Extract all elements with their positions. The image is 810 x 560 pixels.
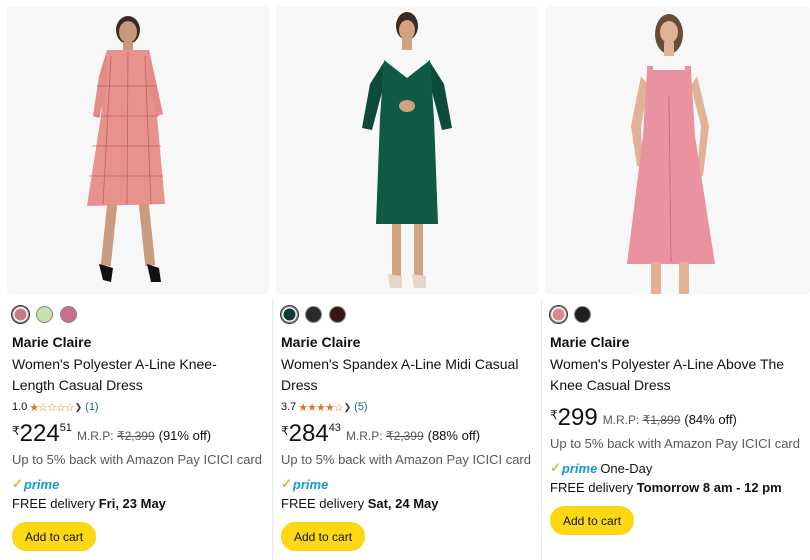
mrp-label: M.R.P:: [345, 429, 383, 443]
mrp: M.R.P: ₹2,399: [77, 429, 155, 443]
brand-name: Marie Claire: [550, 334, 630, 350]
rating-count-link[interactable]: (5): [354, 401, 367, 413]
mrp-value: ₹2,399: [116, 429, 155, 443]
product-title-line[interactable]: Length Casual Dress: [12, 375, 265, 396]
price-whole: 224: [19, 420, 60, 447]
price-row: ₹ 284 43 M.R.P: ₹2,399 (88% off): [281, 420, 534, 450]
prime-badge: ✓ prime: [281, 476, 534, 492]
cashback-offer: Up to 5% back with Amazon Pay ICICI card: [12, 452, 262, 467]
price-row: ₹ 299 M.R.P: ₹1,899 (84% off): [550, 404, 806, 434]
add-to-cart-button[interactable]: Add to cart: [12, 522, 97, 551]
delivery-info: FREE delivery Fri, 23 May: [12, 495, 265, 513]
add-to-cart-button[interactable]: Add to cart: [550, 506, 635, 535]
color-swatch[interactable]: [329, 306, 346, 323]
price-currency: ₹: [12, 424, 20, 438]
color-swatch[interactable]: [280, 305, 299, 324]
prime-text: prime: [561, 460, 598, 476]
delivery-info: FREE delivery Tomorrow 8 am - 12 pm: [550, 479, 806, 497]
product-title[interactable]: Women's Polyester A-Line Above The Knee …: [550, 354, 806, 396]
mrp-label: M.R.P:: [602, 413, 640, 427]
delivery-date: Sat, 24 May: [367, 496, 439, 511]
delivery-date: Fri, 23 May: [98, 496, 166, 511]
add-to-cart-button[interactable]: Add to cart: [281, 522, 366, 551]
cashback-offer: Up to 5% back with Amazon Pay ICICI card: [281, 452, 531, 467]
star-icon[interactable]: ★☆☆☆☆: [29, 401, 74, 414]
product-title[interactable]: Women's Spandex A-Line Midi Casual Dress: [281, 354, 534, 396]
mrp-value: ₹2,399: [385, 429, 424, 443]
delivery-prefix: FREE delivery: [12, 496, 96, 511]
price-currency: ₹: [550, 408, 558, 422]
product-title-line[interactable]: Knee Casual Dress: [550, 375, 806, 396]
color-swatches: [11, 305, 77, 324]
delivery-date: Tomorrow 8 am - 12 pm: [636, 480, 782, 495]
product-title-line[interactable]: Dress: [281, 375, 534, 396]
rating-count-link[interactable]: (1): [85, 401, 98, 413]
prime-text: prime: [23, 476, 60, 492]
color-swatch[interactable]: [36, 306, 53, 323]
color-swatches: [549, 305, 591, 324]
discount: (88% off): [427, 428, 481, 443]
delivery-prefix: FREE delivery: [281, 496, 365, 511]
color-swatch[interactable]: [305, 306, 322, 323]
delivery-prefix: FREE delivery: [550, 480, 634, 495]
brand-name: Marie Claire: [12, 334, 92, 350]
mrp: M.R.P: ₹2,399: [346, 429, 424, 443]
prime-check-icon: ✓: [550, 460, 561, 475]
brand-name: Marie Claire: [281, 334, 361, 350]
product-image[interactable]: [7, 6, 269, 294]
price-row: ₹ 224 51 M.R.P: ₹2,399 (91% off): [12, 420, 265, 450]
star-icon[interactable]: ★★★★☆: [298, 401, 343, 414]
chevron-down-icon[interactable]: ❯: [75, 402, 83, 413]
color-swatch[interactable]: [60, 306, 77, 323]
rating-row[interactable]: 1.0 ★☆☆☆☆ ❯ (1): [12, 398, 265, 416]
discount: (84% off): [684, 412, 737, 427]
prime-check-icon: ✓: [12, 476, 23, 491]
product-image[interactable]: [545, 6, 810, 294]
color-swatch[interactable]: [574, 306, 591, 323]
chevron-down-icon[interactable]: ❯: [344, 402, 352, 413]
product-card: Marie Claire Women's Spandex A-Line Midi…: [276, 0, 538, 560]
price-whole: 284: [288, 420, 329, 447]
prime-logo: ✓ prime: [550, 460, 597, 476]
product-title[interactable]: Women's Polyester A-Line Knee- Length Ca…: [12, 354, 265, 396]
color-swatch[interactable]: [11, 305, 30, 324]
prime-check-icon: ✓: [281, 476, 292, 491]
prime-speed: One-Day: [600, 460, 653, 476]
mrp: M.R.P: ₹1,899: [603, 413, 681, 427]
rating-value: 1.0: [12, 401, 28, 413]
prime-badge: ✓ prime One-Day: [550, 460, 806, 476]
product-card: Marie Claire Women's Polyester A-Line Kn…: [7, 0, 269, 560]
product-image[interactable]: [276, 6, 538, 294]
product-card: Marie Claire Women's Polyester A-Line Ab…: [545, 0, 810, 560]
prime-logo: ✓ prime: [281, 476, 328, 492]
card-divider: [541, 300, 542, 560]
delivery-info: FREE delivery Sat, 24 May: [281, 495, 534, 513]
price-fraction: 43: [328, 422, 341, 434]
mrp-label: M.R.P:: [76, 429, 114, 443]
cashback-offer: Up to 5% back with Amazon Pay ICICI card: [550, 436, 800, 451]
color-swatch[interactable]: [549, 305, 568, 324]
color-swatches: [280, 305, 346, 324]
rating-value: 3.7: [281, 401, 297, 413]
price-whole: 299: [557, 404, 598, 431]
prime-badge: ✓ prime: [12, 476, 265, 492]
mrp-value: ₹1,899: [642, 413, 681, 427]
card-divider: [272, 300, 273, 560]
product-title-line[interactable]: Women's Spandex A-Line Midi Casual: [281, 354, 534, 375]
prime-text: prime: [292, 476, 329, 492]
price-fraction: 51: [59, 422, 72, 434]
price-currency: ₹: [281, 424, 289, 438]
discount: (91% off): [158, 428, 212, 443]
product-title-line[interactable]: Women's Polyester A-Line Above The: [550, 354, 806, 375]
product-title-line[interactable]: Women's Polyester A-Line Knee-: [12, 354, 265, 375]
rating-row[interactable]: 3.7 ★★★★☆ ❯ (5): [281, 398, 534, 416]
prime-logo: ✓ prime: [12, 476, 59, 492]
